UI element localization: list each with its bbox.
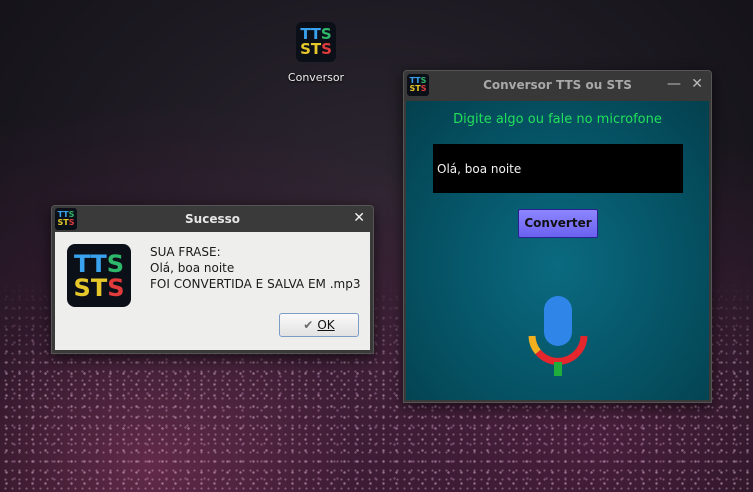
desktop-app-icon[interactable]: TTS STS Conversor <box>286 22 346 84</box>
dialog-close-button[interactable]: ✕ <box>353 210 365 226</box>
convert-button[interactable]: Converter <box>518 209 598 238</box>
dialog-logo-icon: TTS STS <box>67 244 131 307</box>
ok-label: OK <box>317 318 335 332</box>
ok-button[interactable]: ✔ OK <box>279 313 359 337</box>
window-content: Digite algo ou fale no microfone Olá, bo… <box>406 101 709 400</box>
close-button[interactable]: ✕ <box>691 76 703 92</box>
message-line: Olá, boa noite <box>150 261 235 275</box>
checkmark-icon: ✔ <box>303 318 314 332</box>
success-dialog: TTS STS Sucesso ✕ TTS STS SUA FRASE: Olá… <box>51 205 374 354</box>
message-line: FOI CONVERTIDA E SALVA EM .mp3 <box>150 277 361 291</box>
prompt-label: Digite algo ou fale no microfone <box>453 112 662 127</box>
dialog-message: SUA FRASE: Olá, boa noite FOI CONVERTIDA… <box>150 244 360 292</box>
minimize-button[interactable]: — <box>667 76 681 92</box>
message-line: SUA FRASE: <box>150 245 221 259</box>
window-titlebar[interactable]: TTS STS Conversor TTS ou STS — ✕ <box>404 71 711 101</box>
window-title: Conversor TTS ou STS <box>483 78 632 92</box>
dialog-body: TTS STS SUA FRASE: Olá, boa noite FOI CO… <box>55 232 370 350</box>
text-input[interactable]: Olá, boa noite <box>433 144 683 193</box>
converter-window: TTS STS Conversor TTS ou STS — ✕ Digite … <box>403 70 712 403</box>
app-logo-icon: TTS STS <box>296 22 336 62</box>
desktop-icon-label: Conversor <box>287 71 345 84</box>
microphone-icon[interactable] <box>526 296 590 378</box>
dialog-title: Sucesso <box>185 212 240 226</box>
dialog-titlebar[interactable]: TTS STS Sucesso ✕ <box>52 206 373 232</box>
